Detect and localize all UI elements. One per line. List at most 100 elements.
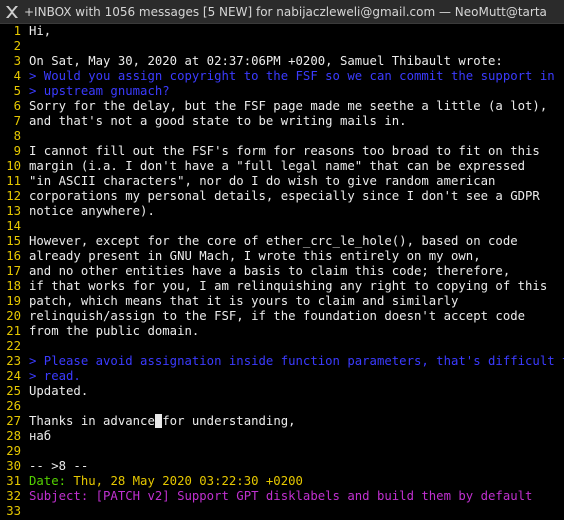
editor-line[interactable]: 5 > upstream gnumach?	[0, 84, 564, 99]
editor-line[interactable]: 7 and that's not a good state to be writi…	[0, 114, 564, 129]
date-header-label: Date:	[29, 474, 74, 488]
editor-line[interactable]: 12 corporations my personal details, espe…	[0, 189, 564, 204]
line-number: 15	[6, 234, 21, 248]
line-number: 10	[6, 159, 21, 173]
line-text: margin (i.a. I don't have a "full legal …	[29, 159, 526, 173]
window-title: +INBOX with 1056 messages [5 NEW] for na…	[24, 5, 547, 19]
editor-line[interactable]: 13 notice anywhere).	[0, 204, 564, 219]
editor-line[interactable]: 26	[0, 399, 564, 414]
quoted-text: > Please avoid assignation inside functi…	[29, 354, 564, 368]
line-text: and that's not a good state to be writin…	[29, 114, 407, 128]
editor-line[interactable]: 32 Subject: [PATCH v2] Support GPT diskla…	[0, 489, 564, 504]
line-text: Thanks in advance for understanding,	[23, 414, 296, 429]
line-number: 5	[13, 84, 21, 98]
editor-line[interactable]: 27 Thanks in advance for understanding,	[0, 414, 564, 429]
editor-line[interactable]: 30 -- >8 --	[0, 459, 564, 474]
text-before-cursor: Thanks in advance	[29, 414, 155, 428]
editor-line[interactable]: 2	[0, 39, 564, 54]
line-number: 13	[6, 204, 21, 218]
line-number: 33	[6, 504, 21, 518]
line-number: 2	[13, 39, 21, 53]
line-text: corporations my personal details, especi…	[29, 189, 540, 203]
editor-body[interactable]: 1 Hi, 2 3 On Sat, May 30, 2020 at 02:37:06PM…	[0, 24, 564, 520]
line-text: relinquish/assign to the FSF, if the fou…	[29, 309, 526, 323]
line-number: 12	[6, 189, 21, 203]
line-number: 30	[6, 459, 21, 473]
window-titlebar[interactable]: +INBOX with 1056 messages [5 NEW] for na…	[0, 0, 564, 24]
editor-line[interactable]: 24 > read.	[0, 369, 564, 384]
line-number: 8	[13, 129, 21, 143]
line-number: 31	[6, 474, 21, 488]
line-number: 19	[6, 294, 21, 308]
editor-line[interactable]: 9 I cannot fill out the FSF's form for re…	[0, 144, 564, 159]
line-number: 9	[13, 144, 21, 158]
line-text: I cannot fill out the FSF's form for rea…	[29, 144, 540, 158]
editor-line[interactable]: 22	[0, 339, 564, 354]
editor-line[interactable]: 6 Sorry for the delay, but the FSF page m…	[0, 99, 564, 114]
line-text: наб	[29, 429, 52, 443]
editor-line[interactable]: 17 and no other entities have a basis to …	[0, 264, 564, 279]
quoted-text: > Would you assign copyright to the FSF …	[29, 69, 555, 83]
editor-line[interactable]: 21 from the public domain.	[0, 324, 564, 339]
editor-line[interactable]: 20 relinquish/assign to the FSF, if the f…	[0, 309, 564, 324]
line-text: patch, which means that it is yours to c…	[29, 294, 459, 308]
line-number: 32	[6, 489, 21, 503]
text-after-cursor: for understanding,	[162, 414, 296, 428]
quoted-text: > read.	[29, 369, 81, 383]
line-number: 11	[6, 174, 21, 188]
editor-line[interactable]: 33	[0, 504, 564, 519]
quoted-text: > upstream gnumach?	[29, 84, 170, 98]
line-number: 26	[6, 399, 21, 413]
line-number: 29	[6, 444, 21, 458]
line-number: 24	[6, 369, 21, 383]
editor-line[interactable]: 29	[0, 444, 564, 459]
line-text: from the public domain.	[29, 324, 200, 338]
editor-line[interactable]: 19 patch, which means that it is yours to…	[0, 294, 564, 309]
line-number: 23	[6, 354, 21, 368]
line-text: Sorry for the delay, but the FSF page ma…	[29, 99, 548, 113]
editor-line[interactable]: 10 margin (i.a. I don't have a "full lega…	[0, 159, 564, 174]
editor-line[interactable]: 1 Hi,	[0, 24, 564, 39]
editor-line[interactable]: 16 already present in GNU Mach, I wrote t…	[0, 249, 564, 264]
line-number: 21	[6, 324, 21, 338]
subject-header: Subject: [PATCH v2] Support GPT disklabe…	[29, 489, 533, 503]
line-number: 6	[13, 99, 21, 113]
line-text: "in ASCII characters", nor do I do wish …	[29, 174, 496, 188]
editor-line[interactable]: 18 if that works for you, I am relinquish…	[0, 279, 564, 294]
line-number: 27	[6, 414, 21, 428]
line-number: 25	[6, 384, 21, 398]
line-number: 20	[6, 309, 21, 323]
editor-line[interactable]: 23 > Please avoid assignation inside func…	[0, 354, 564, 369]
editor-line[interactable]: 8	[0, 129, 564, 144]
line-number: 16	[6, 249, 21, 263]
line-text: Hi,	[29, 24, 52, 38]
line-number: 22	[6, 339, 21, 353]
editor-line[interactable]: 28 наб	[0, 429, 564, 444]
date-header: Date: Thu, 28 May 2020 03:22:30 +0200	[23, 474, 303, 489]
line-text: and no other entities have a basis to cl…	[29, 264, 511, 278]
line-text: notice anywhere).	[29, 204, 155, 218]
editor-line[interactable]: 15 However, except for the core of ether_…	[0, 234, 564, 249]
line-number: 18	[6, 279, 21, 293]
editor-line[interactable]: 25 Updated.	[0, 384, 564, 399]
line-text: already present in GNU Mach, I wrote thi…	[29, 249, 481, 263]
editor-line[interactable]: 11 "in ASCII characters", nor do I do wis…	[0, 174, 564, 189]
line-number: 1	[13, 24, 21, 38]
line-number: 7	[13, 114, 21, 128]
line-text: On Sat, May 30, 2020 at 02:37:06PM +0200…	[29, 54, 503, 68]
line-number: 17	[6, 264, 21, 278]
line-text: However, except for the core of ether_cr…	[29, 234, 518, 248]
editor-line[interactable]: 14	[0, 219, 564, 234]
line-number: 3	[13, 54, 21, 68]
line-text: if that works for you, I am relinquishin…	[29, 279, 548, 293]
line-number: 4	[13, 69, 21, 83]
line-number: 14	[6, 219, 21, 233]
line-number: 28	[6, 429, 21, 443]
date-header-value: Thu, 28 May 2020 03:22:30 +0200	[73, 474, 303, 488]
line-text: -- >8 --	[29, 459, 89, 473]
x-window-icon	[4, 4, 20, 20]
editor-line[interactable]: 3 On Sat, May 30, 2020 at 02:37:06PM +020…	[0, 54, 564, 69]
line-text: Updated.	[29, 384, 89, 398]
editor-line[interactable]: 4 > Would you assign copyright to the FSF…	[0, 69, 564, 84]
editor-line[interactable]: 31 Date: Thu, 28 May 2020 03:22:30 +0200	[0, 474, 564, 489]
